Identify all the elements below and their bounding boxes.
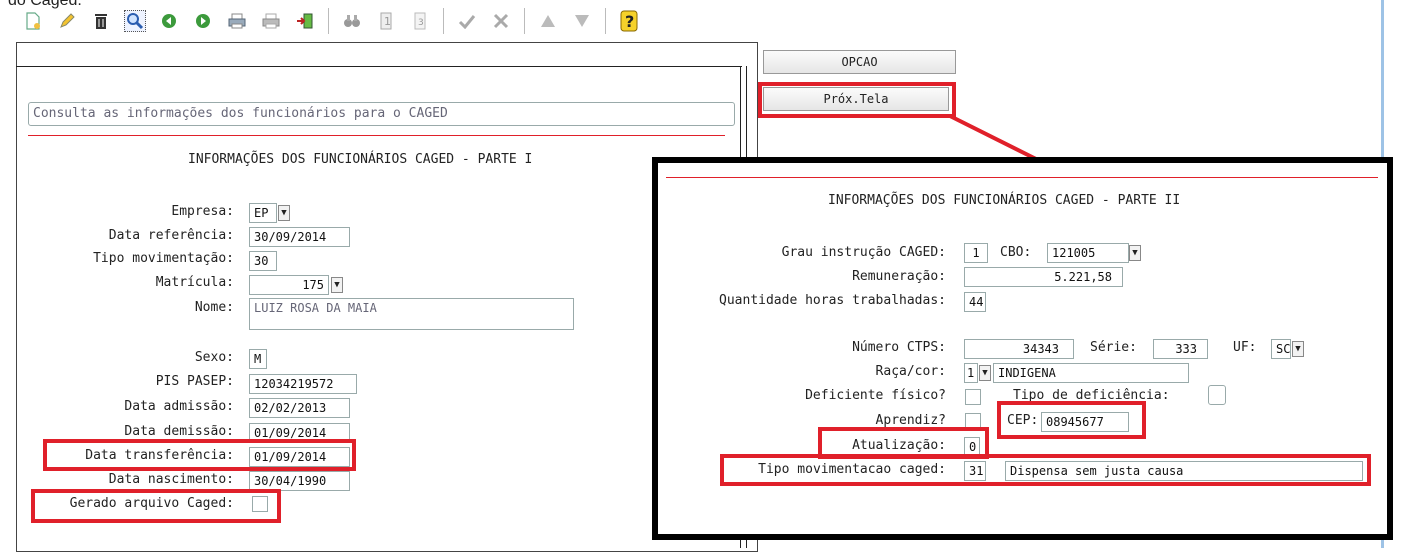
svg-text:3: 3 xyxy=(418,18,424,28)
toolbar-separator xyxy=(328,8,329,34)
next-green-icon[interactable] xyxy=(192,10,214,32)
tipo-movimentacao-label: Tipo movimentação: xyxy=(93,251,234,266)
matricula-label: Matrícula: xyxy=(155,275,234,290)
horas-field[interactable]: 44 xyxy=(964,292,986,312)
pis-pasep-field[interactable]: 12034219572 xyxy=(249,374,357,394)
triangle-up-icon[interactable] xyxy=(537,10,559,32)
toolbar-separator xyxy=(443,8,444,34)
chevron-down-icon[interactable]: ▼ xyxy=(1129,245,1141,261)
prev-green-icon[interactable] xyxy=(158,10,180,32)
toolbar: 1 3 ? xyxy=(22,4,640,38)
serie-label: Série: xyxy=(1090,340,1137,355)
chevron-down-icon[interactable]: ▼ xyxy=(331,277,343,293)
highlight-gerado-arquivo xyxy=(31,489,281,523)
sexo-field[interactable]: M xyxy=(249,349,267,369)
svg-text:1: 1 xyxy=(384,15,391,28)
data-demissao-label: Data demissão: xyxy=(124,424,234,439)
aprendiz-label: Aprendiz? xyxy=(875,413,946,428)
opcao-button[interactable]: OPCAO xyxy=(763,50,956,74)
print-icon[interactable] xyxy=(226,10,248,32)
toolbar-separator xyxy=(524,8,525,34)
horas-label: Quantidade horas trabalhadas: xyxy=(719,293,946,308)
grau-instrucao-field[interactable]: 1 xyxy=(964,243,988,263)
svg-text:?: ? xyxy=(625,12,634,31)
highlight-cep xyxy=(997,401,1146,439)
edit-pencil-icon[interactable] xyxy=(56,10,78,32)
highlight-prox-tela xyxy=(758,82,956,118)
tipo-movimentacao-field[interactable]: 30 xyxy=(249,251,277,271)
data-nascimento-field[interactable]: 30/04/1990 xyxy=(249,471,350,491)
cbo-label: CBO: xyxy=(1000,245,1032,260)
nome-field: LUIZ ROSA DA MAIA xyxy=(249,298,574,330)
data-admissao-label: Data admissão: xyxy=(124,399,234,414)
chevron-down-icon[interactable]: ▼ xyxy=(278,205,290,221)
grau-instrucao-label: Grau instrução CAGED: xyxy=(781,245,946,260)
tipo-deficiencia-field[interactable] xyxy=(1208,385,1226,405)
report-one-icon[interactable]: 1 xyxy=(375,10,397,32)
help-icon[interactable]: ? xyxy=(618,10,640,32)
exit-door-icon[interactable] xyxy=(294,10,316,32)
raca-cor-label: Raça/cor: xyxy=(875,364,946,379)
ctps-label: Número CTPS: xyxy=(852,340,946,355)
checkmark-icon[interactable] xyxy=(456,10,478,32)
remuneracao-label: Remuneração: xyxy=(852,269,946,284)
deficiente-checkbox[interactable] xyxy=(965,389,981,405)
nome-label: Nome: xyxy=(194,300,234,315)
highlight-data-transferencia xyxy=(43,439,356,471)
header-divider xyxy=(16,66,742,67)
red-divider xyxy=(28,135,725,136)
raca-cor-code-field[interactable]: 1 xyxy=(964,363,978,383)
toolbar-separator xyxy=(605,8,606,34)
chevron-down-icon[interactable]: ▼ xyxy=(979,365,991,381)
sexo-label: Sexo: xyxy=(194,350,234,365)
empresa-label: Empresa: xyxy=(171,204,234,219)
part2-panel: INFORMAÇÕES DOS FUNCIONÁRIOS CAGED - PAR… xyxy=(652,157,1393,540)
report-three-icon[interactable]: 3 xyxy=(409,10,431,32)
description-field: Consulta as informações dos funcionários… xyxy=(28,102,735,126)
print-preview-icon[interactable] xyxy=(260,10,282,32)
data-referencia-field[interactable]: 30/09/2014 xyxy=(249,227,350,247)
uf-label: UF: xyxy=(1233,340,1257,355)
uf-field[interactable]: SC xyxy=(1271,339,1291,359)
ctps-field[interactable]: 34343 xyxy=(964,339,1074,359)
empresa-field[interactable]: EP xyxy=(249,203,277,223)
highlight-tipo-mov-caged xyxy=(720,454,1371,486)
red-divider xyxy=(666,177,1378,178)
section-title-part1: INFORMAÇÕES DOS FUNCIONÁRIOS CAGED - PAR… xyxy=(188,152,533,167)
raca-cor-desc-field: INDIGENA xyxy=(993,363,1189,383)
deficiente-label: Deficiente físico? xyxy=(805,388,946,403)
cbo-field[interactable]: 121005 xyxy=(1047,243,1129,263)
tools-icon[interactable] xyxy=(490,10,512,32)
matricula-field[interactable]: 175 xyxy=(249,275,329,295)
new-doc-icon[interactable] xyxy=(22,10,44,32)
data-nascimento-label: Data nascimento: xyxy=(108,472,234,487)
data-referencia-label: Data referência: xyxy=(108,228,234,243)
trash-icon[interactable] xyxy=(90,10,112,32)
remuneracao-field[interactable]: 5.221,58 xyxy=(964,267,1123,287)
serie-field[interactable]: 333 xyxy=(1153,339,1208,359)
pis-pasep-label: PIS PASEP: xyxy=(155,374,234,389)
search-icon[interactable] xyxy=(124,10,146,32)
data-admissao-field[interactable]: 02/02/2013 xyxy=(249,398,350,418)
binoculars-icon[interactable] xyxy=(341,10,363,32)
section-title-part2: INFORMAÇÕES DOS FUNCIONÁRIOS CAGED - PAR… xyxy=(828,193,1181,208)
chevron-down-icon[interactable]: ▼ xyxy=(1292,341,1304,357)
triangle-down-icon[interactable] xyxy=(571,10,593,32)
